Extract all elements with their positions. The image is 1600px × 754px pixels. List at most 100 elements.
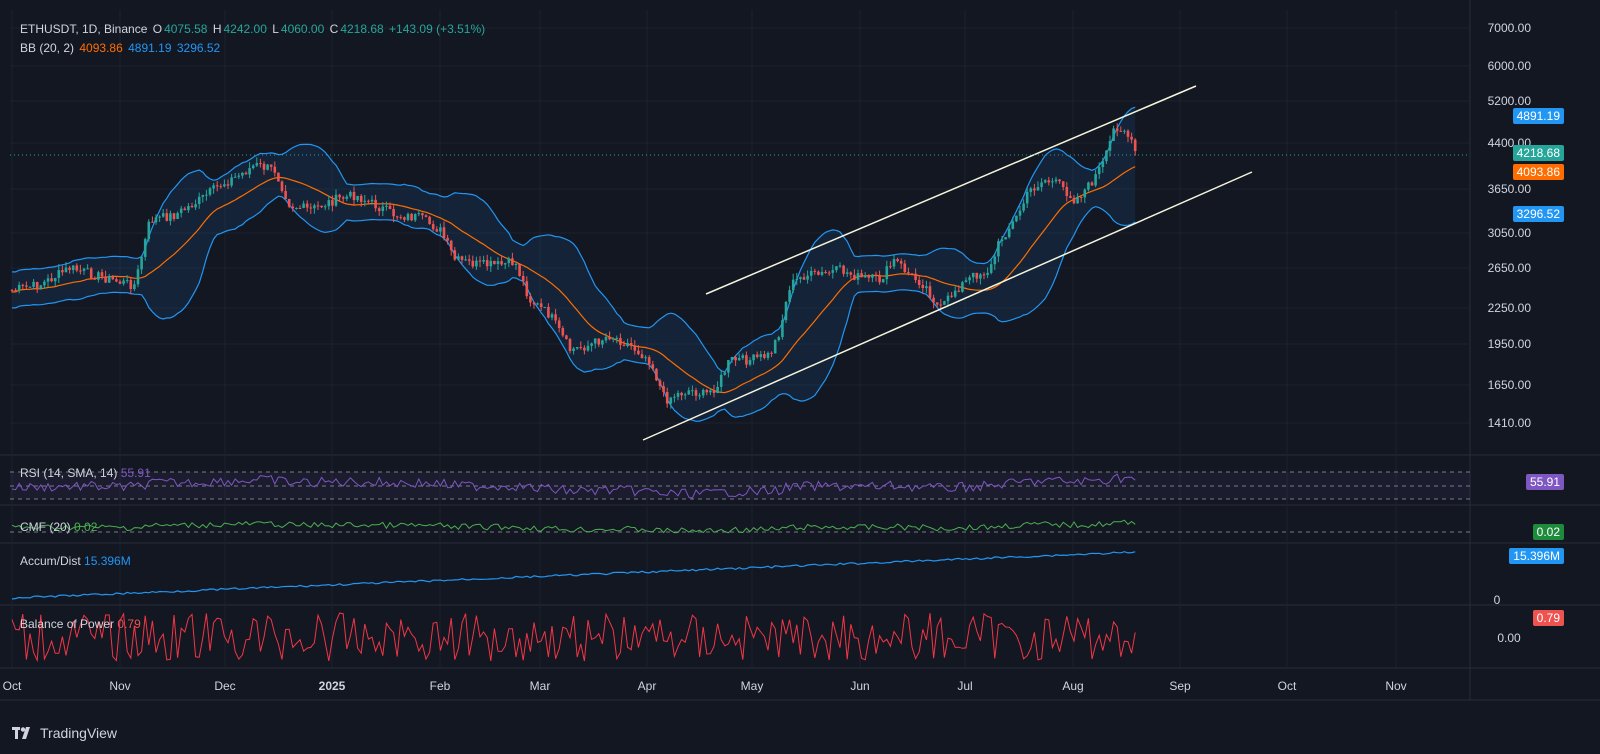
candle-body: [287, 199, 291, 207]
candle-body: [381, 206, 385, 211]
candle-body: [536, 303, 539, 305]
candle-body: [989, 264, 993, 273]
candle-body: [172, 213, 176, 219]
candle-body: [10, 289, 14, 291]
candle-body: [1018, 210, 1022, 216]
candle-body: [320, 205, 323, 208]
candle-body: [305, 203, 309, 208]
time-tick-label: Oct: [3, 679, 22, 693]
candle-body: [705, 389, 709, 393]
time-tick-label: Nov: [109, 679, 130, 693]
bb-upper-value: 4891.19: [128, 41, 172, 55]
candle-body: [442, 227, 446, 238]
high-label: H: [212, 22, 222, 36]
candle-body: [550, 314, 554, 318]
time-tick-label: Apr: [638, 679, 657, 693]
candle-body: [262, 163, 266, 170]
candle-body: [849, 272, 853, 275]
candle-body: [89, 268, 93, 279]
ad-legend-value: 15.396M: [84, 554, 131, 568]
cmf-legend-value: 0.02: [74, 520, 98, 534]
candle-body: [665, 392, 669, 404]
candle-body: [75, 265, 79, 271]
candle-body: [928, 286, 932, 298]
candle-body: [583, 347, 586, 351]
candle-body: [147, 221, 151, 240]
price-tick-label: 6000.00: [1488, 59, 1532, 73]
candle-body: [917, 280, 921, 285]
candle-body: [251, 165, 255, 169]
time-tick-label: Jun: [850, 679, 869, 693]
time-tick-label: Dec: [214, 679, 235, 693]
candle-body: [334, 194, 338, 206]
candle-body: [475, 260, 478, 267]
candle-body: [374, 199, 377, 209]
candle-body: [993, 256, 997, 265]
candle-body: [154, 217, 158, 223]
candle-body: [46, 278, 50, 282]
candle-body: [446, 237, 449, 241]
candle-body: [190, 206, 194, 208]
candle-body: [503, 263, 507, 265]
candle-body: [349, 192, 352, 197]
high-value: 4242.00: [223, 22, 267, 36]
candle-body: [957, 290, 961, 292]
candle-body: [572, 348, 575, 351]
low-label: L: [272, 22, 279, 36]
candle-body: [115, 279, 118, 282]
candle-body: [460, 256, 464, 260]
candle-body: [889, 266, 892, 268]
candle-body: [388, 205, 392, 209]
bop-label: Balance of Power: [20, 617, 115, 631]
candle-body: [511, 258, 514, 266]
candle-body: [741, 355, 745, 359]
candle-body: [525, 281, 529, 297]
candle-body: [964, 280, 968, 283]
candle-body: [968, 277, 971, 281]
candle-body: [766, 352, 770, 358]
candle-body: [755, 354, 759, 358]
candle-body: [777, 337, 781, 341]
candle-body: [273, 166, 277, 173]
tradingview-logo[interactable]: TradingView: [12, 725, 117, 741]
bb-legend: BB (20, 2) 4093.86 4891.19 3296.52: [20, 41, 222, 55]
candle-body: [205, 194, 208, 196]
candle-body: [637, 350, 640, 355]
candle-body: [892, 259, 896, 267]
candle-body: [914, 273, 917, 280]
candle-body: [626, 343, 629, 346]
bb-upper-badge: 4891.19: [1512, 108, 1564, 124]
candle-body: [799, 277, 802, 279]
candle-body: [601, 340, 604, 345]
candle-body: [223, 184, 226, 187]
close-label: C: [329, 22, 339, 36]
candle-body: [140, 256, 143, 270]
bb-mid-value: 4093.86: [79, 41, 123, 55]
candle-body: [161, 213, 165, 217]
bop-legend-value: 0.79: [117, 617, 141, 631]
candle-body: [784, 302, 788, 321]
ad-legend: Accum/Dist 15.396M: [20, 554, 131, 568]
candle-body: [1083, 189, 1087, 198]
price-tick-label: 1650.00: [1488, 378, 1532, 392]
chart-canvas[interactable]: 7000.006000.005200.004400.003650.003050.…: [0, 0, 1600, 754]
candle-body: [748, 360, 752, 365]
candle-body: [439, 227, 442, 232]
price-legend: ETHUSDT, 1D, Binance O 4075.58 H 4242.00 L…: [20, 22, 487, 36]
candle-body: [863, 275, 867, 278]
candle-body: [903, 263, 907, 273]
rsi-badge: 55.91: [1525, 474, 1564, 490]
candle-body: [291, 206, 295, 209]
candle-body: [208, 188, 212, 195]
candle-body: [896, 259, 899, 261]
candle-body: [457, 256, 460, 260]
candle-body: [640, 354, 644, 359]
candle-body: [385, 205, 388, 207]
candle-body: [881, 279, 885, 283]
candle-body: [770, 352, 773, 354]
candle-body: [719, 374, 723, 387]
candle-body: [237, 175, 241, 177]
candle-body: [835, 266, 838, 271]
candle-body: [1025, 191, 1029, 204]
candle-body: [1054, 179, 1058, 182]
